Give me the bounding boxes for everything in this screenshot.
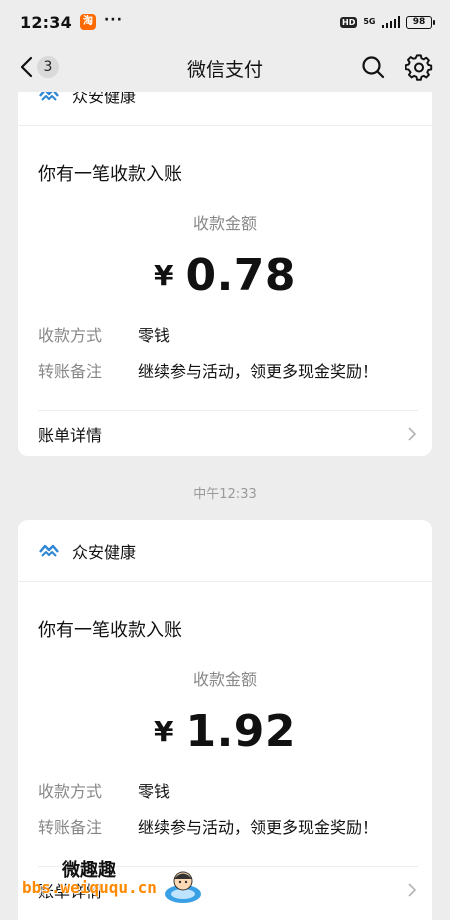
card-header: 众安健康 (18, 520, 432, 582)
status-time: 12:34 (20, 12, 72, 32)
currency-symbol: ¥ (153, 715, 174, 748)
currency-symbol: ¥ (153, 259, 174, 292)
bill-details-label: 账单详情 (38, 425, 103, 445)
mascot-icon (165, 871, 201, 903)
watermark-url: bbs.weiququ.cn (22, 878, 157, 897)
message-title: 你有一笔收款入账 (38, 620, 182, 641)
bill-details-link[interactable]: 账单详情 (38, 410, 418, 456)
watermark: 微趣趣 bbs.weiququ.cn (12, 838, 222, 920)
search-icon[interactable] (360, 54, 386, 80)
message-list[interactable]: 众安健康 你有一笔收款入账 收款金额 ¥0.78 收款方式 零钱 转账备注 继续… (0, 92, 450, 920)
signal-icon (381, 16, 400, 28)
detail-value: 零钱 (138, 326, 171, 345)
detail-value: 继续参与活动，领更多现金奖励！ (138, 362, 379, 381)
network-type-label: 5G (363, 17, 376, 26)
amount-value: 0.78 (185, 250, 297, 301)
detail-row: 收款方式 零钱 (18, 772, 432, 808)
amount-label: 收款金额 (192, 214, 257, 233)
detail-key: 收款方式 (38, 326, 103, 345)
amount-label: 收款金额 (192, 670, 257, 689)
detail-key: 转账备注 (38, 818, 103, 837)
detail-value: 零钱 (138, 782, 171, 801)
brand-name: 众安健康 (72, 92, 137, 106)
amount-display: ¥0.78 (18, 250, 432, 302)
amount-display: ¥1.92 (18, 706, 432, 758)
payment-card: 众安健康 你有一笔收款入账 收款金额 ¥0.78 收款方式 零钱 转账备注 继续… (18, 92, 432, 456)
brand-name: 众安健康 (72, 542, 137, 562)
detail-row: 收款方式 零钱 (18, 316, 432, 352)
more-notifications-icon: ··· (103, 12, 123, 28)
detail-key: 转账备注 (38, 362, 103, 381)
taobao-notification-icon: 淘 (79, 14, 96, 30)
settings-gear-icon[interactable] (405, 53, 433, 81)
detail-row: 转账备注 继续参与活动，领更多现金奖励！ (18, 352, 432, 388)
zhongan-logo-icon (39, 544, 59, 557)
zhongan-logo-icon (39, 92, 59, 101)
nav-bar: 3 微信支付 (0, 44, 450, 90)
hd-icon: HD (340, 16, 358, 28)
chevron-right-icon (408, 882, 417, 897)
battery-icon: 98 (406, 15, 435, 29)
message-title: 你有一笔收款入账 (38, 164, 182, 185)
chevron-right-icon (408, 426, 417, 441)
amount-value: 1.92 (185, 706, 297, 757)
card-header: 众安健康 (18, 92, 432, 126)
message-timestamp: 中午12:33 (193, 487, 257, 502)
detail-value: 继续参与活动，领更多现金奖励！ (138, 818, 379, 837)
status-bar: 12:34 淘 ··· HD 5G 98 (0, 0, 450, 44)
detail-key: 收款方式 (38, 782, 103, 801)
